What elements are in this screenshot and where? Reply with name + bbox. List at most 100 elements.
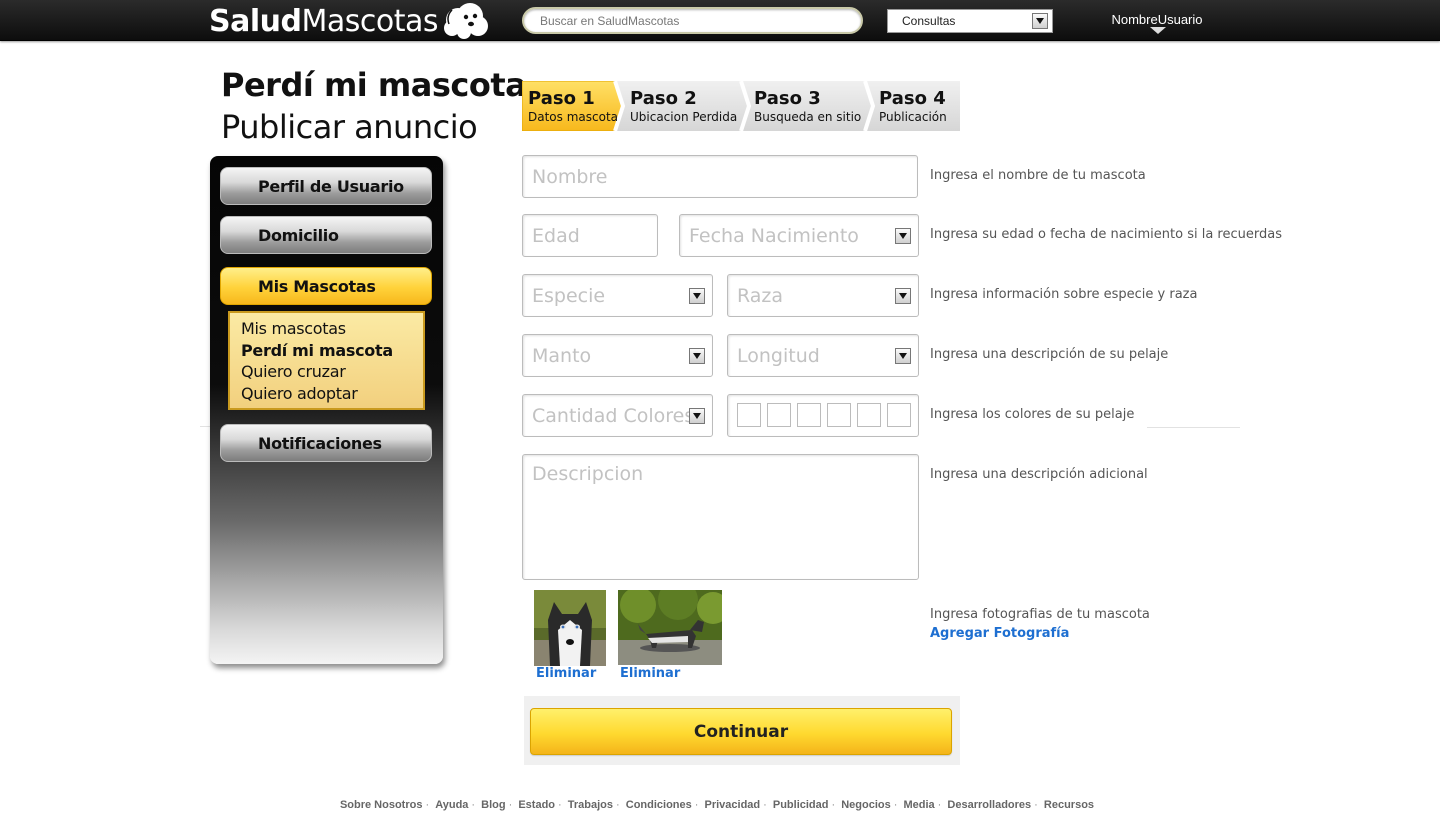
longitud-select[interactable]: Longitud <box>727 334 919 377</box>
color-slot[interactable] <box>827 403 851 427</box>
cantidad-colores-select[interactable]: Cantidad Colores <box>522 394 713 437</box>
footer-link-estado[interactable]: Estado <box>518 799 555 811</box>
step-4-number: Paso 4 <box>879 88 946 109</box>
raza-select[interactable]: Raza <box>727 274 919 317</box>
step-4[interactable]: Paso 4 Publicación <box>873 81 960 131</box>
step-1-number: Paso 1 <box>528 88 595 109</box>
pet-photo-1 <box>534 590 606 666</box>
footer-separator: · <box>1034 799 1038 811</box>
nombre-input[interactable] <box>523 156 917 197</box>
footer-separator: · <box>694 799 699 811</box>
nombre-field[interactable] <box>522 155 918 198</box>
dropdown-arrow-icon[interactable] <box>895 227 911 244</box>
manto-value: Manto <box>532 344 592 367</box>
top-bar: SaludMascotas Consultas NombreUsuario <box>0 0 1440 41</box>
help-edad: Ingresa su edad o fecha de nacimiento si… <box>930 227 1282 242</box>
footer-link-sobre-nosotros[interactable]: Sobre Nosotros <box>340 799 423 811</box>
footer-separator: · <box>831 799 836 811</box>
consultas-select[interactable]: Consultas <box>887 9 1053 33</box>
footer-separator: · <box>763 799 767 811</box>
dropdown-arrow-icon[interactable] <box>689 407 705 424</box>
divider-line <box>1147 427 1240 428</box>
step-3-label: Busqueda en sitio <box>754 110 862 124</box>
step-1[interactable]: Paso 1 Datos mascota <box>522 81 622 131</box>
search-input[interactable] <box>524 9 861 32</box>
footer-separator: · <box>937 799 942 811</box>
color-slot[interactable] <box>797 403 821 427</box>
footer-link-desarrolladores[interactable]: Desarrolladores <box>947 799 1031 811</box>
sidebar-submenu: Mis mascotas Perdí mi mascota Quiero cru… <box>228 311 425 410</box>
delete-photo-1-link[interactable]: Eliminar <box>536 666 596 681</box>
footer-link-privacidad[interactable]: Privacidad <box>705 799 761 811</box>
footer-link-trabajos[interactable]: Trabajos <box>568 799 613 811</box>
step-3-number: Paso 3 <box>754 88 821 109</box>
help-descripcion: Ingresa una descripción adicional <box>930 467 1148 482</box>
sidebar-item-domicilio[interactable]: Domicilio <box>220 216 432 254</box>
dropdown-arrow-icon[interactable] <box>895 287 911 304</box>
add-photo-link[interactable]: Agregar Fotografía <box>930 626 1069 641</box>
longitud-value: Longitud <box>737 344 820 367</box>
footer-link-publicidad[interactable]: Publicidad <box>773 799 829 811</box>
color-slot[interactable] <box>737 403 761 427</box>
especie-value: Especie <box>532 284 606 307</box>
color-slot[interactable] <box>857 403 881 427</box>
footer-link-recursos[interactable]: Recursos <box>1044 799 1094 811</box>
step-2[interactable]: Paso 2 Ubicacion Perdida <box>624 81 744 131</box>
step-3[interactable]: Paso 3 Busqueda en sitio <box>748 81 868 131</box>
footer-link-negocios[interactable]: Negocios <box>841 799 891 811</box>
dropdown-arrow-icon[interactable] <box>895 347 911 364</box>
fecha-nacimiento-select[interactable]: Fecha Nacimiento <box>679 214 919 257</box>
page-title: Perdí mi mascota <box>221 66 527 104</box>
help-colores: Ingresa los colores de su pelaje <box>930 407 1135 422</box>
consultas-value: Consultas <box>902 14 956 28</box>
step-2-number: Paso 2 <box>630 88 697 109</box>
sidebar-item-notificaciones[interactable]: Notificaciones <box>220 424 432 462</box>
footer-link-blog[interactable]: Blog <box>481 799 505 811</box>
submenu-item-quiero-cruzar[interactable]: Quiero cruzar <box>241 361 412 383</box>
submenu-item-quiero-adoptar[interactable]: Quiero adoptar <box>241 383 412 405</box>
footer-separator: · <box>508 799 513 811</box>
descripcion-field[interactable] <box>522 454 919 580</box>
footer-link-ayuda[interactable]: Ayuda <box>435 799 468 811</box>
user-menu[interactable]: NombreUsuario <box>1096 12 1218 27</box>
submenu-item-perdi-mi-mascota[interactable]: Perdí mi mascota <box>241 340 412 362</box>
edad-input[interactable] <box>523 215 657 256</box>
search-box[interactable] <box>522 7 863 34</box>
footer-link-media[interactable]: Media <box>903 799 934 811</box>
user-caret-icon[interactable] <box>1150 27 1166 35</box>
sidebar-item-mis-mascotas[interactable]: Mis Mascotas <box>220 267 432 305</box>
page-subtitle: Publicar anuncio <box>221 108 478 146</box>
steps-progress: Paso 1 Datos mascota Paso 2 Ubicacion Pe… <box>522 81 960 131</box>
footer-link-condiciones[interactable]: Condiciones <box>626 799 692 811</box>
dropdown-arrow-icon[interactable] <box>689 287 705 304</box>
descripcion-textarea[interactable] <box>523 455 918 579</box>
pet-photo-2 <box>618 590 722 665</box>
footer-links: Sobre Nosotros · Ayuda · Blog · Estado · Tra… <box>0 799 1434 811</box>
manto-select[interactable]: Manto <box>522 334 713 377</box>
footer-separator: · <box>471 799 476 811</box>
colores-picker <box>727 394 919 437</box>
help-especie: Ingresa información sobre especie y raza <box>930 287 1198 302</box>
dog-logo-icon <box>444 3 488 39</box>
step-4-label: Publicación <box>879 110 947 124</box>
help-fotos: Ingresa fotografias de tu mascota <box>930 607 1150 622</box>
submenu-item-mis-mascotas[interactable]: Mis mascotas <box>241 318 412 340</box>
cantidad-colores-value: Cantidad Colores <box>532 404 695 427</box>
dropdown-arrow-icon[interactable] <box>1032 13 1048 29</box>
footer-separator: · <box>893 799 898 811</box>
delete-photo-2-link[interactable]: Eliminar <box>620 666 680 681</box>
continue-button[interactable]: Continuar <box>530 708 952 755</box>
step-1-label: Datos mascota <box>528 110 618 124</box>
dropdown-arrow-icon[interactable] <box>689 347 705 364</box>
color-slot[interactable] <box>887 403 911 427</box>
brand-name-bold: Salud <box>209 3 302 39</box>
sidebar-item-perfil[interactable]: Perfil de Usuario <box>220 167 432 205</box>
edad-field[interactable] <box>522 214 658 257</box>
step-2-label: Ubicacion Perdida <box>630 110 738 124</box>
brand-logo[interactable]: Salud Mascotas <box>209 2 490 40</box>
footer-separator: · <box>558 799 562 811</box>
especie-select[interactable]: Especie <box>522 274 713 317</box>
sidebar: Perfil de Usuario Domicilio Mis Mascotas… <box>210 156 443 664</box>
color-slot[interactable] <box>767 403 791 427</box>
fecha-nacimiento-value: Fecha Nacimiento <box>689 224 859 247</box>
